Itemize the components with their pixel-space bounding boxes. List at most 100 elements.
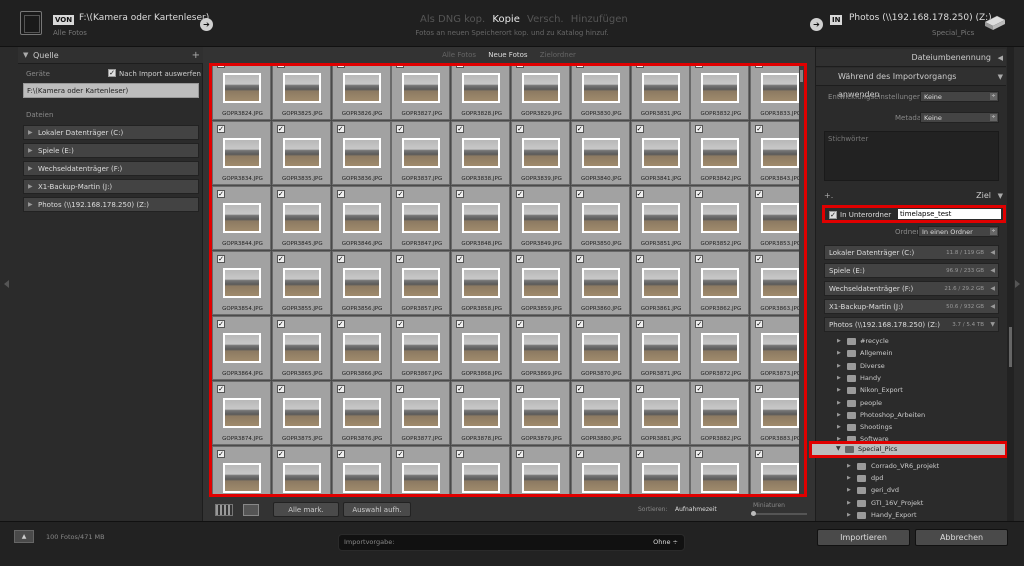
mode-copy[interactable]: Kopie (492, 14, 519, 25)
destination-arrow-icon[interactable]: ➔ (810, 18, 823, 31)
photo-checkbox[interactable]: ✓ (516, 66, 524, 68)
photo-cell[interactable]: ✓ (271, 446, 331, 494)
photo-thumbnail[interactable] (223, 463, 261, 493)
photo-thumbnail[interactable] (641, 73, 680, 103)
keywords-field[interactable]: Stichwörter (824, 131, 999, 181)
photo-checkbox[interactable]: ✓ (456, 320, 465, 328)
photo-checkbox[interactable]: ✓ (516, 125, 524, 133)
photo-cell[interactable]: ✓ GOPR3881.JPG (630, 381, 690, 445)
photo-thumbnail[interactable] (701, 203, 740, 233)
photo-cell[interactable]: ✓ GOPR3849.JPG (511, 186, 570, 250)
photo-thumbnail[interactable] (282, 333, 321, 363)
grid-scrollbar[interactable] (799, 66, 804, 494)
photo-checkbox[interactable]: ✓ (755, 255, 764, 263)
left-collapse-icon[interactable] (4, 280, 9, 288)
photo-checkbox[interactable]: ✓ (575, 190, 584, 198)
tab-all-photos[interactable]: Alle Fotos (442, 51, 476, 59)
cancel-button[interactable]: Abbrechen (915, 529, 1008, 546)
import-preset-select[interactable]: Importvorgabe: Ohne ÷ (338, 534, 685, 551)
photo-checkbox[interactable]: ✓ (217, 320, 225, 328)
photo-thumbnail[interactable] (223, 203, 261, 233)
photo-thumbnail[interactable] (282, 463, 321, 493)
photo-thumbnail[interactable] (522, 73, 560, 103)
source-path[interactable]: F:\(Kamera oder Kartenleser) (79, 13, 209, 23)
photo-cell[interactable]: ✓ GOPR3834.JPG (212, 121, 271, 185)
photo-cell[interactable]: ✓ GOPR3828.JPG (451, 66, 511, 120)
photo-cell[interactable]: ✓ (451, 446, 511, 494)
photo-thumbnail[interactable] (223, 268, 261, 298)
photo-checkbox[interactable]: ✓ (217, 255, 225, 263)
photo-thumbnail[interactable] (462, 333, 501, 363)
photo-thumbnail[interactable] (641, 333, 680, 363)
photo-thumbnail[interactable] (522, 398, 560, 428)
photo-thumbnail[interactable] (282, 138, 321, 168)
photo-thumbnail[interactable] (462, 73, 501, 103)
photo-thumbnail[interactable] (641, 138, 680, 168)
photo-thumbnail[interactable] (581, 463, 620, 493)
thumbnail-size-slider[interactable] (751, 511, 807, 516)
photo-checkbox[interactable]: ✓ (336, 66, 345, 68)
photo-thumbnail[interactable] (282, 203, 321, 233)
photo-thumbnail[interactable] (641, 463, 680, 493)
photo-cell[interactable]: ✓ (570, 446, 630, 494)
source-drive-z[interactable]: ▶ Photos (\\192.168.178.250) (Z:) (23, 197, 199, 212)
mode-add[interactable]: Hinzufügen (571, 14, 628, 25)
photo-thumbnail[interactable] (342, 203, 381, 233)
photo-cell[interactable]: ✓ GOPR3829.JPG (511, 66, 570, 120)
photo-cell[interactable]: ✓ GOPR3872.JPG (690, 316, 750, 380)
photo-checkbox[interactable]: ✓ (575, 320, 584, 328)
photo-checkbox[interactable]: ✓ (336, 320, 345, 328)
photo-cell[interactable]: ✓ GOPR3831.JPG (630, 66, 690, 120)
photo-thumbnail[interactable] (282, 398, 321, 428)
photo-cell[interactable]: ✓ GOPR3858.JPG (451, 251, 511, 315)
photo-checkbox[interactable]: ✓ (276, 125, 285, 133)
photo-cell[interactable]: ✓ GOPR3837.JPG (391, 121, 451, 185)
photo-thumbnail[interactable] (701, 333, 740, 363)
photo-checkbox[interactable]: ✓ (456, 450, 465, 458)
photo-checkbox[interactable]: ✓ (755, 125, 764, 133)
volume-c[interactable]: Lokaler Datenträger (C:) 11.8 / 119 GB ◀ (824, 245, 999, 260)
subfolder-item[interactable]: ▶ dpd (816, 472, 1006, 484)
destination-scrollbar[interactable] (1007, 47, 1014, 521)
photo-thumbnail[interactable] (581, 268, 620, 298)
photo-cell[interactable]: ✓ GOPR3832.JPG (690, 66, 750, 120)
photo-cell[interactable]: ✓ GOPR3876.JPG (331, 381, 391, 445)
folder-item[interactable]: ▶ Photoshop_Arbeiten (816, 409, 1006, 421)
plus-icon[interactable]: + (192, 47, 200, 64)
photo-cell[interactable]: ✓ GOPR3840.JPG (570, 121, 630, 185)
expand-up-icon[interactable]: ▲ (14, 530, 34, 543)
photo-cell[interactable]: ✓ GOPR3830.JPG (570, 66, 630, 120)
photo-checkbox[interactable]: ✓ (695, 320, 704, 328)
photo-checkbox[interactable]: ✓ (276, 450, 285, 458)
photo-cell[interactable]: ✓ GOPR3859.JPG (511, 251, 570, 315)
photo-thumbnail[interactable] (282, 268, 321, 298)
photo-cell[interactable]: ✓ GOPR3842.JPG (690, 121, 750, 185)
folder-item[interactable]: ▶ Nikon_Export (816, 384, 1006, 396)
photo-cell[interactable]: ✓ (391, 446, 451, 494)
photo-checkbox[interactable]: ✓ (695, 255, 704, 263)
source-drive-c[interactable]: ▶ Lokaler Datenträger (C:) (23, 125, 199, 140)
sort-select[interactable]: Aufnahmezeit (675, 506, 717, 513)
folder-item[interactable]: ▶ Allgemein (816, 347, 1006, 359)
camera-card-icon[interactable] (20, 11, 42, 35)
mode-dng[interactable]: Als DNG kop. (420, 14, 485, 25)
photo-checkbox[interactable]: ✓ (516, 385, 524, 393)
photo-thumbnail[interactable] (462, 268, 501, 298)
photo-cell[interactable]: ✓ GOPR3864.JPG (212, 316, 271, 380)
photo-cell[interactable]: ✓ GOPR3836.JPG (331, 121, 391, 185)
photo-thumbnail[interactable] (342, 463, 381, 493)
photo-checkbox[interactable]: ✓ (755, 66, 764, 68)
eject-checkbox[interactable]: ✓ (108, 69, 116, 77)
photo-thumbnail[interactable] (402, 138, 441, 168)
photo-thumbnail[interactable] (701, 398, 740, 428)
loupe-view-icon[interactable] (243, 504, 259, 516)
folder-special-pics[interactable]: ▼ Special_Pics (809, 441, 1008, 458)
photo-cell[interactable]: ✓ GOPR3854.JPG (212, 251, 271, 315)
photo-checkbox[interactable]: ✓ (575, 66, 584, 68)
deselect-all-button[interactable]: Auswahl aufh. (343, 502, 411, 517)
photo-checkbox[interactable]: ✓ (336, 190, 345, 198)
photo-checkbox[interactable]: ✓ (695, 190, 704, 198)
destination-header[interactable]: Ziel ▼ (846, 188, 1006, 204)
photo-checkbox[interactable]: ✓ (336, 255, 345, 263)
photo-cell[interactable]: ✓ GOPR3867.JPG (391, 316, 451, 380)
